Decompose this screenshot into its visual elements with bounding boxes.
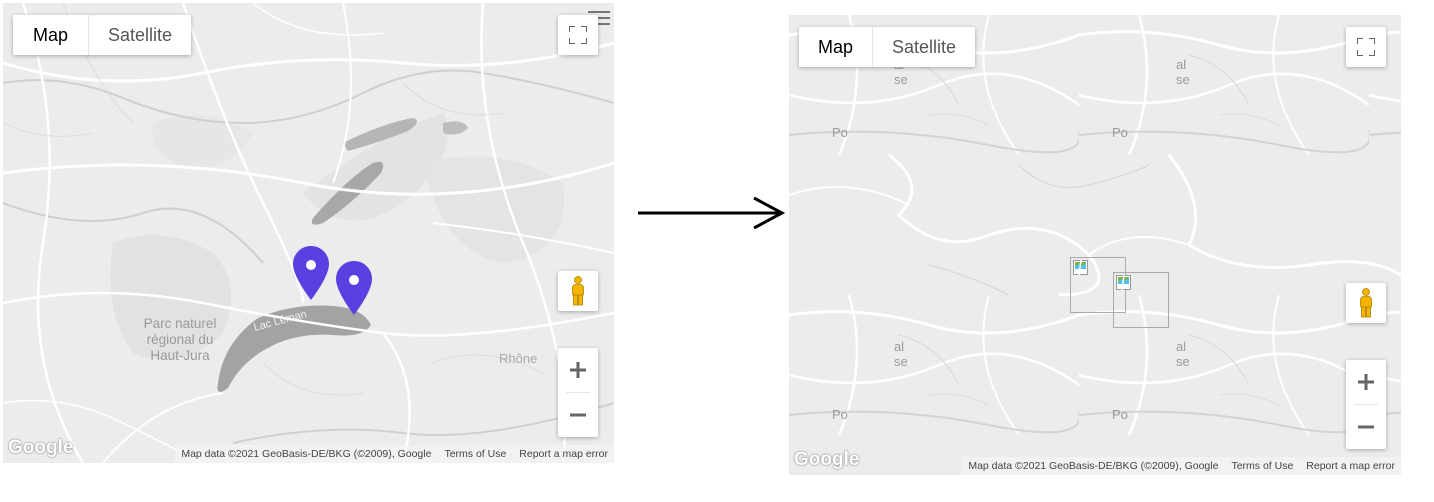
right-arrow-icon xyxy=(638,196,786,230)
broken-marker-image[interactable] xyxy=(1113,272,1169,328)
street-view-pegman-button[interactable] xyxy=(558,271,598,311)
fullscreen-button[interactable] xyxy=(1346,27,1386,67)
zoom-control xyxy=(558,348,598,437)
report-map-error-link[interactable]: Report a map error xyxy=(1306,460,1395,472)
map-marker-icon[interactable] xyxy=(335,260,373,316)
left-map-canvas[interactable] xyxy=(3,3,614,463)
tile-label: Po xyxy=(832,125,848,140)
tile-label: al xyxy=(894,339,905,354)
plus-icon xyxy=(570,362,586,378)
map-data-attribution: Map data ©2021 GeoBasis-DE/BKG (©2009), … xyxy=(968,460,1219,472)
fullscreen-icon xyxy=(1357,38,1375,56)
tile-label: se xyxy=(894,72,908,87)
right-map-panel[interactable]: al se al se Po Po al se al se Po Po xyxy=(789,15,1401,475)
zoom-out-button[interactable] xyxy=(1346,405,1386,449)
plus-icon xyxy=(1358,374,1374,390)
google-logo: Google xyxy=(8,437,74,458)
tile-label: Po xyxy=(1112,125,1128,140)
google-logo: Google xyxy=(794,449,860,470)
left-map-panel[interactable]: Parc naturel régional du Haut-Jura Lac L… xyxy=(3,3,614,463)
broken-image-icon xyxy=(1073,260,1088,275)
park-label-line: Parc naturel xyxy=(143,316,217,331)
fullscreen-icon xyxy=(569,26,587,44)
tile-label: al xyxy=(1176,57,1187,72)
map-type-satellite-button[interactable]: Satellite xyxy=(873,27,976,67)
map-label-river: Rhône xyxy=(499,351,538,366)
tile-label: se xyxy=(1176,354,1190,369)
minus-icon xyxy=(1358,425,1374,429)
fullscreen-button[interactable] xyxy=(558,15,598,55)
tile-label: se xyxy=(894,354,908,369)
map-type-control: Map Satellite xyxy=(799,27,976,67)
map-type-control: Map Satellite xyxy=(13,15,192,55)
pegman-icon xyxy=(1360,288,1372,318)
report-map-error-link[interactable]: Report a map error xyxy=(519,448,608,460)
map-data-attribution: Map data ©2021 GeoBasis-DE/BKG (©2009), … xyxy=(181,448,432,460)
pegman-icon xyxy=(572,276,584,306)
attribution-bar: Map data ©2021 GeoBasis-DE/BKG (©2009), … xyxy=(175,445,614,463)
zoom-out-button[interactable] xyxy=(558,393,598,437)
tile-label: Po xyxy=(832,407,848,422)
map-type-map-button[interactable]: Map xyxy=(13,15,89,55)
zoom-in-button[interactable] xyxy=(1346,360,1386,404)
broken-image-icon xyxy=(1116,275,1131,290)
street-view-pegman-button[interactable] xyxy=(1346,283,1386,323)
park-label-line: régional du xyxy=(146,332,214,347)
zoom-in-button[interactable] xyxy=(558,348,598,392)
comparison-stage: Parc naturel régional du Haut-Jura Lac L… xyxy=(0,0,1434,502)
terms-of-use-link[interactable]: Terms of Use xyxy=(444,448,506,460)
attribution-bar: Map data ©2021 GeoBasis-DE/BKG (©2009), … xyxy=(962,457,1401,475)
right-map-canvas[interactable] xyxy=(789,15,1401,475)
minus-icon xyxy=(570,413,586,417)
park-label-line: Haut-Jura xyxy=(150,348,210,363)
zoom-control xyxy=(1346,360,1386,449)
map-type-map-button[interactable]: Map xyxy=(799,27,873,67)
tile-label: al xyxy=(1176,339,1187,354)
map-type-satellite-button[interactable]: Satellite xyxy=(89,15,192,55)
tile-label: Po xyxy=(1112,407,1128,422)
map-marker-icon[interactable] xyxy=(292,245,330,301)
terms-of-use-link[interactable]: Terms of Use xyxy=(1231,460,1293,472)
tile-label: se xyxy=(1176,72,1190,87)
map-label-park: Parc naturel régional du Haut-Jura xyxy=(135,316,225,364)
